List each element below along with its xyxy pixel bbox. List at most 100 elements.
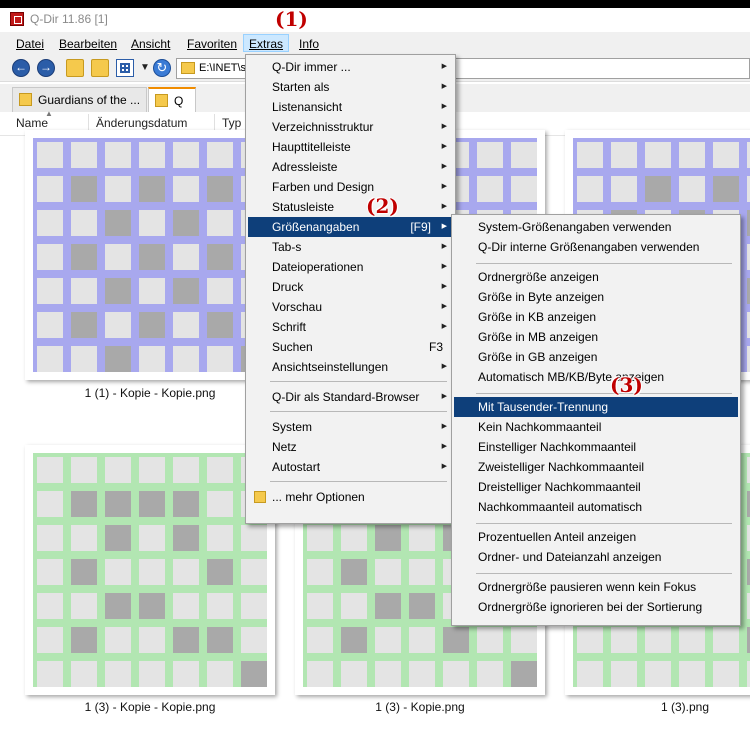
menu-item-label: Größe in Byte anzeigen	[478, 290, 605, 304]
new-folder-icon[interactable]	[91, 59, 109, 77]
tab-guardians[interactable]: Guardians of the ...	[12, 87, 147, 112]
menu-info[interactable]: Info	[294, 36, 324, 54]
thumbnail-cell	[577, 142, 603, 168]
view-mode-icon[interactable]	[116, 59, 134, 77]
submenu-item-anzahl[interactable]: Ordner- und Dateianzahl anzeigen	[454, 547, 738, 567]
submenu-item-einstellig[interactable]: Einstelliger Nachkommaanteil	[454, 437, 738, 457]
address-path[interactable]: E:\INET\s	[199, 62, 246, 74]
file-thumbnail[interactable]	[25, 445, 275, 695]
submenu-item-ignorieren[interactable]: Ordnergröße ignorieren bei der Sortierun…	[454, 597, 738, 617]
menu-item-system[interactable]: System	[248, 417, 453, 437]
menu-item-mehr-optionen[interactable]: ... mehr Optionen	[248, 487, 453, 507]
refresh-icon[interactable]: ↻	[153, 59, 171, 77]
folder-icon	[254, 491, 266, 503]
thumbnail-cell	[443, 661, 469, 687]
menu-item-statusleiste[interactable]: Statusleiste	[248, 197, 453, 217]
menu-item-label: Autostart	[272, 460, 321, 474]
menu-item-farben-design[interactable]: Farben und Design	[248, 177, 453, 197]
thumbnail-cell	[207, 559, 233, 585]
thumbnail-cell	[71, 457, 97, 483]
thumbnail-cell	[71, 661, 97, 687]
submenu-item-ordnergroesse[interactable]: Ordnergröße anzeigen	[454, 267, 738, 287]
menu-separator	[476, 393, 732, 394]
submenu-item-prozent[interactable]: Prozentuellen Anteil anzeigen	[454, 527, 738, 547]
thumbnail-cell	[139, 176, 165, 202]
thumbnail-cell	[105, 525, 131, 551]
thumbnail-cell	[679, 661, 705, 687]
menu-item-dateioperationen[interactable]: Dateioperationen	[248, 257, 453, 277]
menu-item-shortcut: [F9]	[410, 220, 431, 234]
menu-item-ansichtseinstellungen[interactable]: Ansichtseinstellungen	[248, 357, 453, 377]
submenu-item-qdir-groesse[interactable]: Q-Dir interne Größenangaben verwenden	[454, 237, 738, 257]
menu-item-label: Q-Dir immer ...	[272, 60, 351, 74]
menu-item-label: System-Größenangaben verwenden	[478, 220, 672, 234]
folder-up-icon[interactable]	[66, 59, 84, 77]
submenu-item-mb[interactable]: Größe in MB anzeigen	[454, 327, 738, 347]
menu-item-standard-browser[interactable]: Q-Dir als Standard-Browser	[248, 387, 453, 407]
submenu-item-gb[interactable]: Größe in GB anzeigen	[454, 347, 738, 367]
thumbnail-cell	[37, 491, 63, 517]
menu-item-suchen[interactable]: Suchen F3	[248, 337, 453, 357]
menu-item-label: Mit Tausender-Trennung	[478, 400, 609, 414]
menu-item-vorschau[interactable]: Vorschau	[248, 297, 453, 317]
menu-item-haupttitelleiste[interactable]: Haupttitelleiste	[248, 137, 453, 157]
thumbnail-cell	[409, 559, 435, 585]
submenu-item-kein-nachkomma[interactable]: Kein Nachkommaanteil	[454, 417, 738, 437]
menu-item-starten-als[interactable]: Starten als	[248, 77, 453, 97]
submenu-item-zweistellig[interactable]: Zweistelliger Nachkommaanteil	[454, 457, 738, 477]
menu-datei[interactable]: Datei	[11, 36, 49, 54]
thumbnail-cell	[173, 491, 199, 517]
menu-item-groessenangaben[interactable]: Größenangaben [F9]	[248, 217, 453, 237]
submenu-item-pausieren[interactable]: Ordnergröße pausieren wenn kein Fokus	[454, 577, 738, 597]
thumbnail-cell	[341, 525, 367, 551]
menu-favoriten[interactable]: Favoriten	[182, 36, 242, 54]
menu-item-label: Farben und Design	[272, 180, 375, 194]
menu-extras[interactable]: Extras	[243, 34, 290, 52]
menu-item-shortcut: F3	[428, 340, 443, 354]
submenu-item-dreistellig[interactable]: Dreistelliger Nachkommaanteil	[454, 477, 738, 497]
column-name[interactable]: Name	[16, 116, 48, 130]
back-arrow-icon[interactable]: ←	[12, 59, 30, 77]
submenu-item-auto-einheit[interactable]: Automatisch MB/KB/Byte anzeigen	[454, 367, 738, 387]
menu-item-label: Statusleiste	[272, 200, 335, 214]
thumbnail-cell	[241, 627, 267, 653]
tab-q[interactable]: Q	[148, 87, 196, 112]
menu-item-adressleiste[interactable]: Adressleiste	[248, 157, 453, 177]
menu-item-tabs[interactable]: Tab-s	[248, 237, 453, 257]
menu-item-listenansicht[interactable]: Listenansicht	[248, 97, 453, 117]
menu-item-autostart[interactable]: Autostart	[248, 457, 453, 477]
thumbnail-cell	[105, 457, 131, 483]
thumbnail-cell	[207, 346, 233, 372]
file-thumbnail[interactable]	[25, 130, 275, 380]
submenu-item-byte[interactable]: Größe in Byte anzeigen	[454, 287, 738, 307]
folder-icon	[155, 94, 168, 107]
thumbnail-cell	[37, 346, 63, 372]
column-type[interactable]: Typ	[222, 116, 241, 130]
column-modified[interactable]: Änderungsdatum	[96, 116, 187, 130]
thumbnail-cell	[611, 176, 637, 202]
thumbnail-cell	[577, 661, 603, 687]
chevron-down-icon[interactable]: ▼	[136, 59, 154, 77]
submenu-item-kb[interactable]: Größe in KB anzeigen	[454, 307, 738, 327]
menu-ansicht[interactable]: Ansicht	[126, 36, 175, 54]
thumbnail-cell	[307, 525, 333, 551]
menu-bearbeiten[interactable]: Bearbeiten	[54, 36, 122, 54]
menu-item-netz[interactable]: Netz	[248, 437, 453, 457]
submenu-item-system-groesse[interactable]: System-Größenangaben verwenden	[454, 217, 738, 237]
menu-item-label: Ordnergröße ignorieren bei der Sortierun…	[478, 600, 703, 614]
submenu-item-nachkomma-auto[interactable]: Nachkommaanteil automatisch	[454, 497, 738, 517]
thumbnail-cell	[511, 661, 537, 687]
thumbnail-cell	[105, 627, 131, 653]
thumbnail-cell	[409, 593, 435, 619]
forward-arrow-icon[interactable]: →	[37, 59, 55, 77]
tab-label: Guardians of the ...	[38, 93, 141, 107]
menu-item-druck[interactable]: Druck	[248, 277, 453, 297]
submenu-item-tausender-trennung[interactable]: Mit Tausender-Trennung	[454, 397, 738, 417]
menu-item-qdir-immer[interactable]: Q-Dir immer ...	[248, 57, 453, 77]
menu-item-label: ... mehr Optionen	[272, 490, 365, 504]
app-window: Q-Dir 11.86 [1] Datei Bearbeiten Ansicht…	[0, 8, 750, 750]
menu-item-label: Schrift	[272, 320, 307, 334]
menu-item-schrift[interactable]: Schrift	[248, 317, 453, 337]
menu-item-verzeichnisstruktur[interactable]: Verzeichnisstruktur	[248, 117, 453, 137]
thumbnail-cell	[139, 244, 165, 270]
